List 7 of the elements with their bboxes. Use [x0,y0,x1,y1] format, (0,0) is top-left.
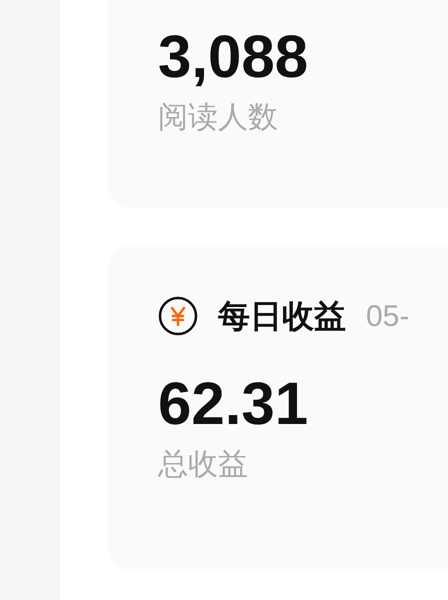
stat-label: 总收益 [158,447,248,483]
stat-label: 阅读人数 [158,100,278,136]
yen-coin-icon [158,296,198,336]
stat-value: 3,088 [158,26,308,88]
date-text: 05- [366,298,410,334]
stat-value: 62.31 [158,373,308,435]
card-title: 每日收益 [218,297,346,336]
